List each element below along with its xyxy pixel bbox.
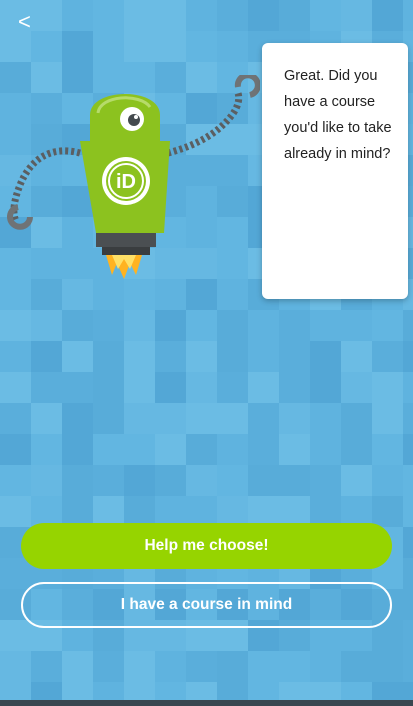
- bottom-edge: [0, 700, 413, 706]
- speech-text: Great. Did you have a course you'd like …: [284, 68, 392, 162]
- robot-right-arm: [167, 91, 243, 157]
- robot-left-claw: [7, 204, 33, 230]
- back-button[interactable]: <: [18, 8, 44, 36]
- robot-right-claw: [234, 75, 260, 98]
- robot-base: [96, 233, 156, 247]
- id-badge-text: iD: [116, 171, 136, 193]
- robot-left-arm: [10, 147, 81, 223]
- chat-screen: < iD Great. Did you have a course you'd …: [0, 0, 413, 706]
- have-course-button[interactable]: I have a course in mind: [21, 582, 392, 628]
- robot-mascot-icon: iD: [7, 75, 260, 279]
- speech-bubble: Great. Did you have a course you'd like …: [262, 43, 408, 299]
- help-me-choose-button[interactable]: Help me choose!: [21, 523, 392, 569]
